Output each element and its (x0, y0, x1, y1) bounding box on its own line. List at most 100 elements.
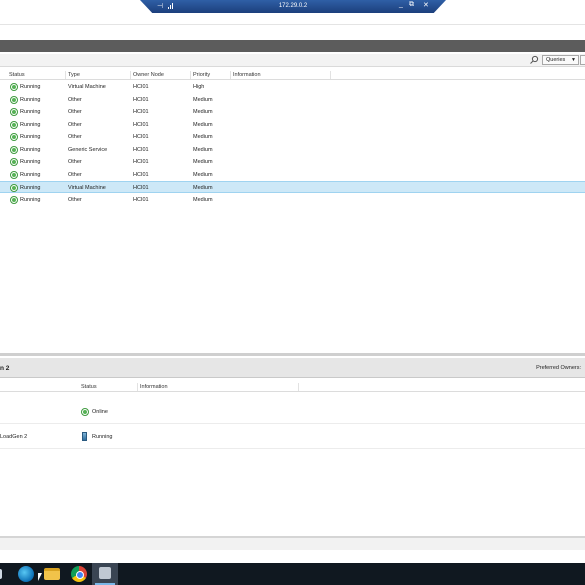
role-type: Other (68, 171, 82, 178)
role-type: Other (68, 109, 82, 115)
running-status-icon (10, 170, 18, 179)
role-owner-node: HCI01 (133, 121, 149, 128)
role-row[interactable]: Running Other HCI01 Medium (0, 119, 585, 131)
column-separator[interactable] (298, 383, 299, 391)
resources-grid-header: Status Information (0, 382, 585, 392)
role-type: Other (68, 96, 82, 103)
role-priority: Medium (193, 109, 213, 115)
column-header-status[interactable]: Status (81, 384, 97, 390)
role-priority: Medium (193, 159, 213, 165)
queries-button[interactable]: Queries ▼ (542, 55, 579, 65)
role-owner-node: HCI01 (133, 184, 149, 191)
divider (0, 24, 585, 25)
role-row[interactable]: Running Other HCI01 Medium (0, 169, 585, 181)
column-header-information[interactable]: Information (233, 72, 261, 78)
virtual-machine-icon (82, 432, 87, 441)
file-explorer-icon[interactable] (44, 568, 60, 580)
role-row-selected[interactable]: Running Virtual Machine HCI01 Medium (0, 180, 585, 193)
role-priority: Medium (193, 184, 213, 191)
restore-button[interactable]: ⧉ (409, 1, 414, 9)
minimize-button[interactable]: _ (399, 1, 403, 8)
detail-pane-title: n 2 (0, 365, 10, 372)
column-header-owner-node[interactable]: Owner Node (133, 72, 164, 78)
queries-label: Queries (546, 57, 566, 63)
role-owner-node: HCI01 (133, 196, 149, 203)
role-priority: Medium (193, 121, 213, 128)
role-status: Running (20, 171, 41, 178)
role-row[interactable]: Running Other HCI01 Medium (0, 106, 585, 118)
resource-name: LoadGen 2 (0, 434, 28, 440)
role-type: Other (68, 159, 82, 165)
column-header-information[interactable]: Information (140, 384, 168, 390)
remote-connection-bar[interactable]: ⊣ 172.29.0.2 _ ⧉ ✕ (140, 0, 446, 13)
resource-status: Running (92, 434, 113, 440)
role-type: Generic Service (68, 146, 108, 153)
role-status: Running (20, 146, 41, 153)
resource-row[interactable]: LoadGen 2 Running (0, 425, 585, 449)
role-row[interactable]: Running Other HCI01 Medium (0, 156, 585, 168)
save-query-button[interactable] (580, 55, 585, 65)
column-header-type[interactable]: Type (68, 72, 80, 78)
role-owner-node: HCI01 (133, 109, 149, 115)
preferred-owners-link[interactable]: Preferred Owners: (536, 365, 581, 371)
start-icon[interactable] (0, 569, 2, 579)
role-type: Other (68, 134, 82, 140)
role-priority: Medium (193, 134, 213, 140)
role-owner-node: HCI01 (133, 134, 149, 140)
roles-grid-header: Status Type Owner Node Priority Informat… (0, 70, 585, 80)
role-row[interactable]: Running Other HCI01 Medium (0, 131, 585, 143)
mouse-cursor-icon (38, 573, 42, 581)
column-separator[interactable] (130, 71, 131, 79)
role-owner-node: HCI01 (133, 146, 149, 153)
chevron-down-icon: ▼ (571, 57, 576, 63)
role-priority: Medium (193, 196, 213, 203)
pane-title-bar (0, 40, 585, 52)
online-status-icon (81, 408, 89, 416)
running-status-icon (10, 183, 18, 192)
role-row[interactable]: Running Generic Service HCI01 Medium (0, 144, 585, 156)
role-status: Running (20, 84, 41, 90)
search-icon[interactable] (528, 55, 540, 65)
running-status-icon (10, 145, 18, 154)
running-status-icon (10, 195, 18, 204)
role-row[interactable]: Running Other HCI01 Medium (0, 94, 585, 106)
role-type: Other (68, 196, 82, 203)
role-status: Running (20, 196, 41, 203)
role-owner-node: HCI01 (133, 84, 149, 90)
role-type: Virtual Machine (68, 84, 106, 90)
detail-pane-header: n 2 Preferred Owners: (0, 358, 585, 378)
role-owner-node: HCI01 (133, 171, 149, 178)
running-status-icon (10, 158, 18, 166)
role-status: Running (20, 121, 41, 128)
role-status: Running (20, 159, 41, 165)
filter-toolbar (0, 54, 585, 67)
role-status: Running (20, 96, 41, 103)
pane-splitter[interactable] (0, 353, 585, 356)
column-header-status[interactable]: Status (9, 72, 25, 78)
column-separator[interactable] (330, 71, 331, 79)
chrome-icon[interactable] (71, 566, 87, 582)
running-status-icon (10, 133, 18, 141)
failover-cluster-manager-icon[interactable] (92, 563, 118, 585)
role-priority: Medium (193, 146, 213, 153)
role-row[interactable]: Running Virtual Machine HCI01 High (0, 81, 585, 93)
column-separator[interactable] (65, 71, 66, 79)
role-status: Running (20, 109, 41, 115)
column-separator[interactable] (137, 383, 138, 391)
running-status-icon (10, 95, 18, 104)
status-strip (0, 538, 585, 550)
column-separator[interactable] (230, 71, 231, 79)
role-row[interactable]: Running Other HCI01 Medium (0, 194, 585, 206)
role-type: Virtual Machine (68, 184, 106, 191)
resource-row[interactable]: Online (0, 400, 585, 424)
role-owner-node: HCI01 (133, 159, 149, 165)
role-type: Other (68, 121, 82, 128)
edge-icon[interactable] (18, 566, 34, 582)
column-header-priority[interactable]: Priority (193, 72, 210, 78)
role-priority: Medium (193, 171, 213, 178)
screen: ⊣ 172.29.0.2 _ ⧉ ✕ Queries ▼ Status Type… (0, 0, 585, 585)
column-separator[interactable] (190, 71, 191, 79)
resource-status: Online (92, 409, 108, 415)
running-status-icon (10, 120, 18, 129)
close-button[interactable]: ✕ (423, 1, 429, 9)
